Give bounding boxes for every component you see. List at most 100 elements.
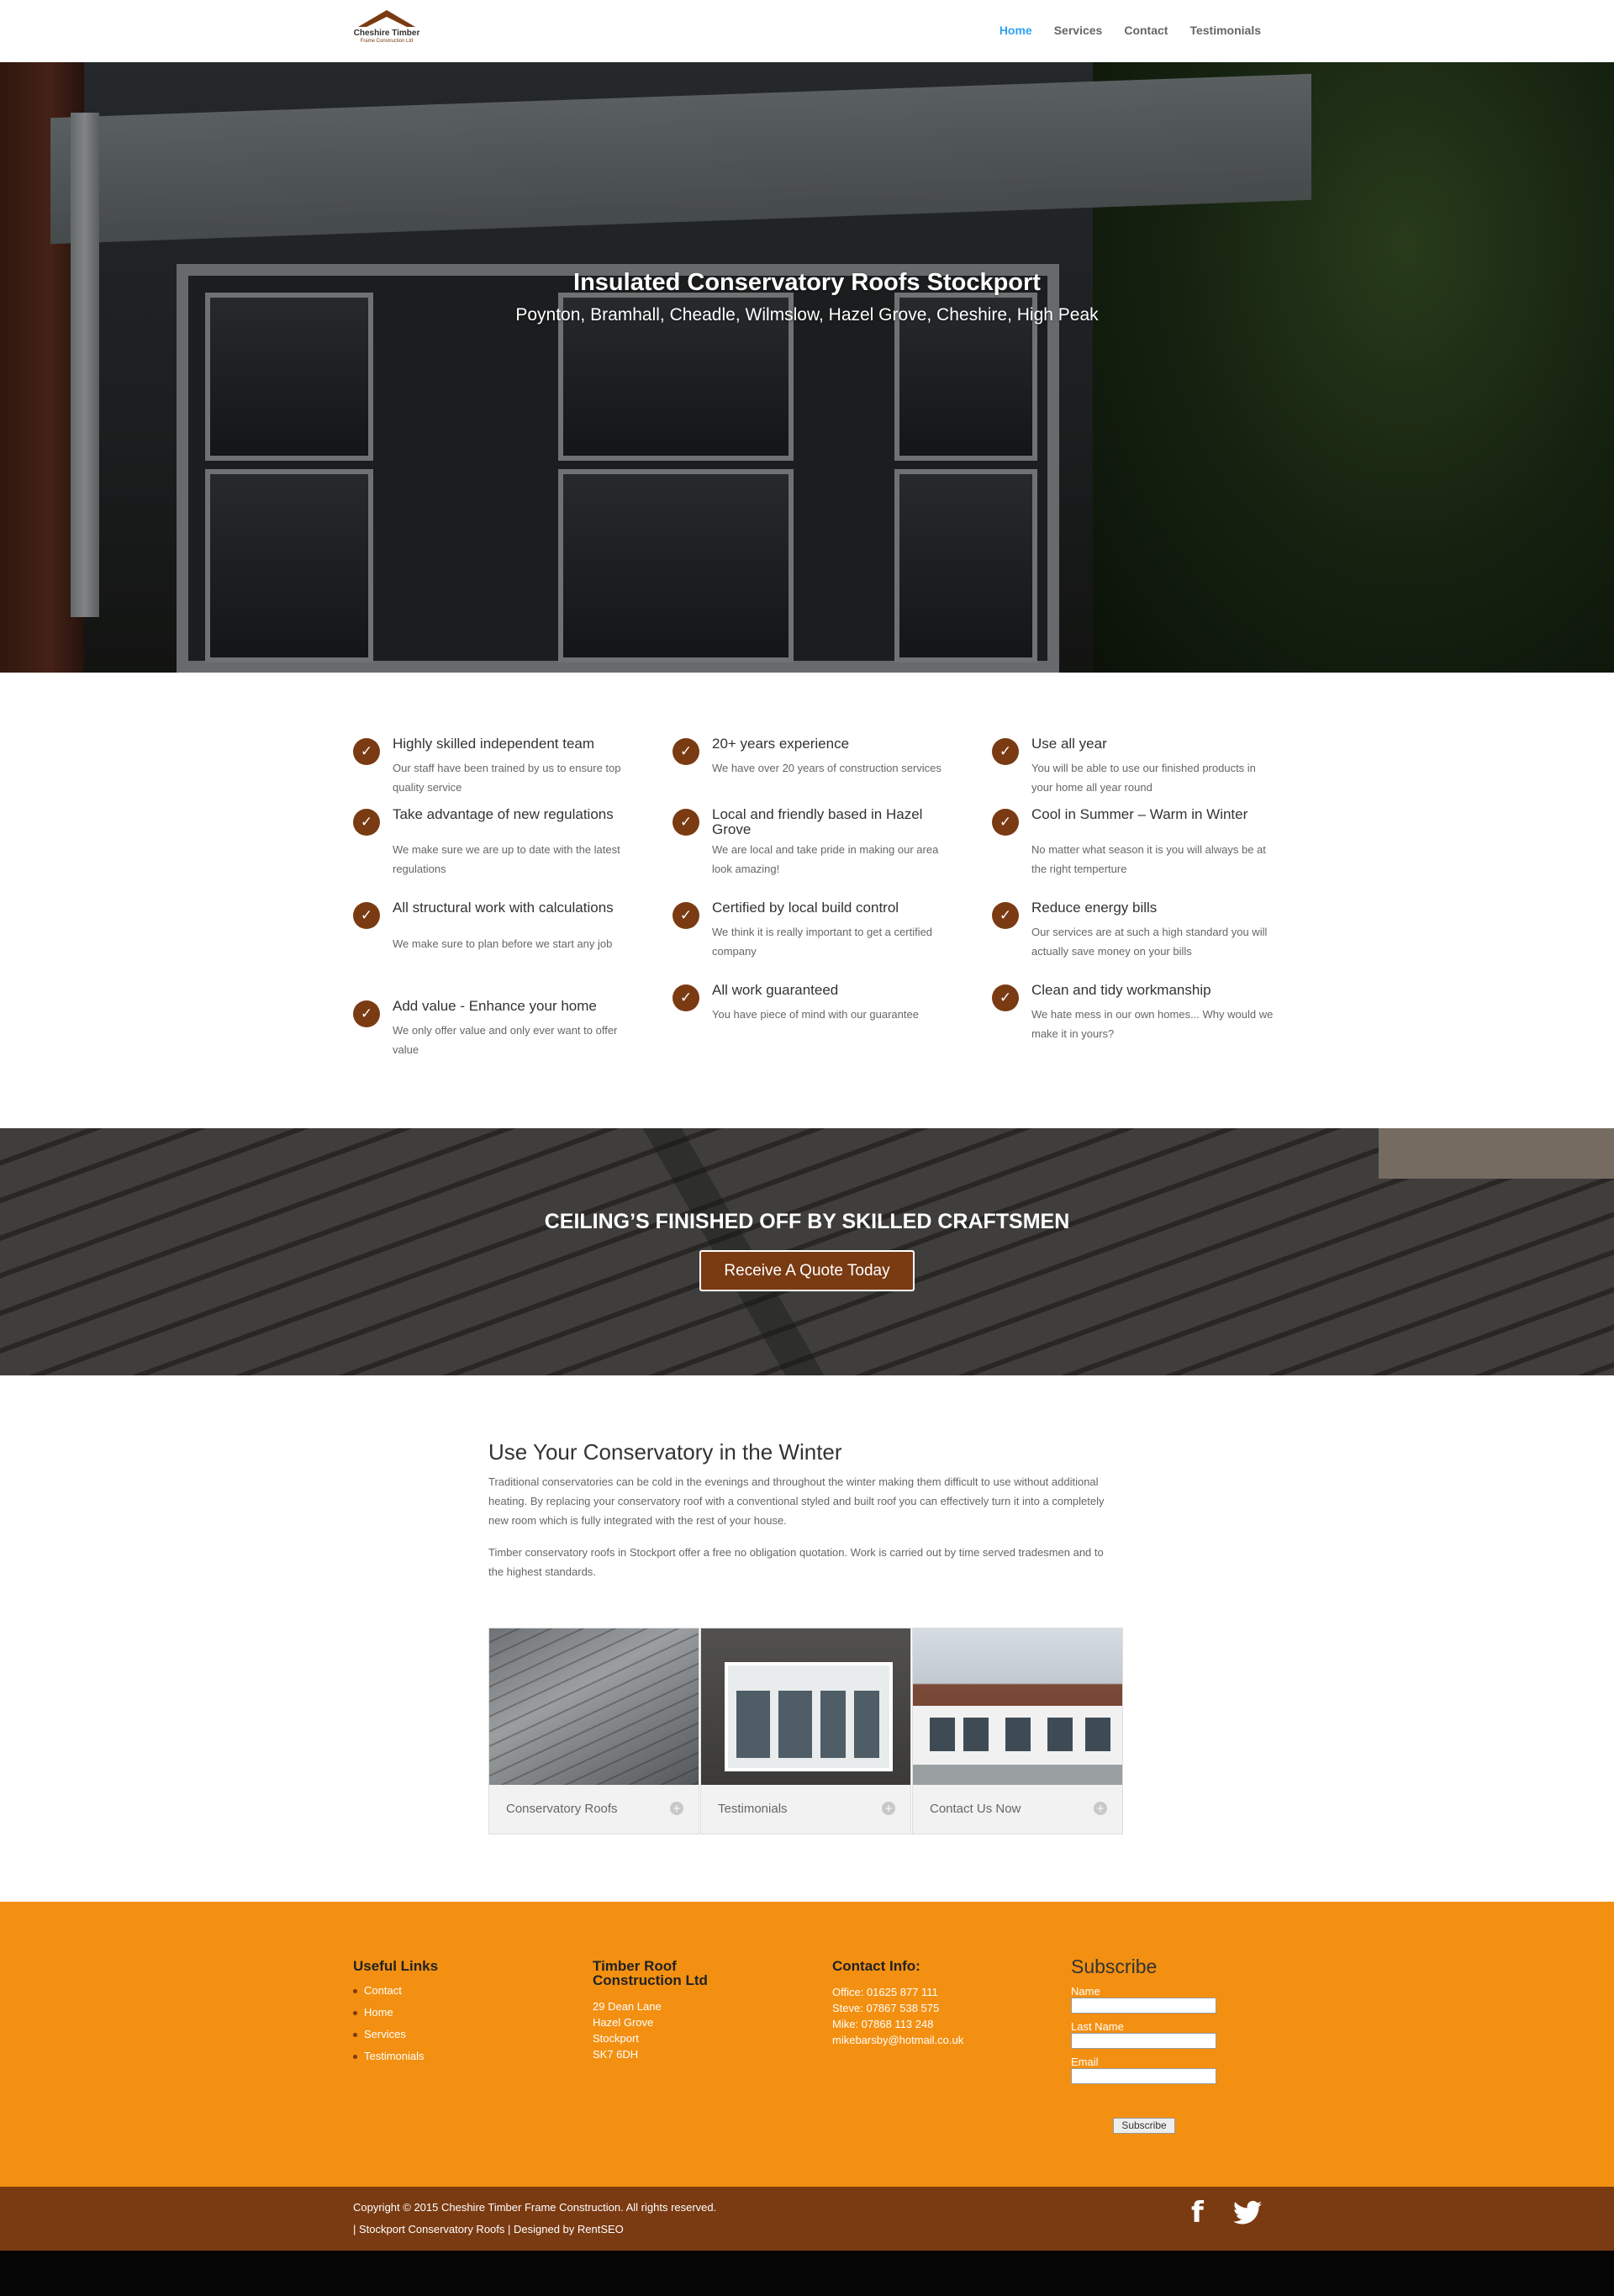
check-icon: ✓ xyxy=(672,984,699,1011)
plus-icon[interactable]: + xyxy=(1094,1802,1107,1815)
window-shape xyxy=(930,1718,955,1751)
check-icon: ✓ xyxy=(353,809,380,836)
feature-desc: We hate mess in our own homes... Why wou… xyxy=(1031,1008,1274,1040)
card-testimonials[interactable]: Testimonials + xyxy=(700,1628,911,1834)
feature-desc: We think it is really important to get a… xyxy=(712,926,933,958)
content-title: Use Your Conservatory in the Winter xyxy=(488,1439,842,1465)
check-icon: ✓ xyxy=(672,902,699,929)
hero-subtitle: Poynton, Bramhall, Cheadle, Wilmslow, Ha… xyxy=(515,305,1099,325)
card-conservatory-roofs[interactable]: Conservatory Roofs + xyxy=(488,1628,699,1834)
check-icon: ✓ xyxy=(353,1000,380,1027)
conservatory-roof-image[interactable] xyxy=(489,1628,699,1785)
last-name-label: Last Name xyxy=(1071,2020,1124,2033)
check-icon: ✓ xyxy=(992,738,1019,765)
feature-desc: No matter what season it is you will alw… xyxy=(1031,843,1266,875)
card-label[interactable]: Testimonials xyxy=(718,1802,788,1816)
feature-title: Use all year xyxy=(1031,736,1107,752)
plus-icon[interactable]: + xyxy=(670,1802,683,1815)
logo-text: Cheshire Timber xyxy=(353,29,420,38)
bottom-bar xyxy=(0,2187,1614,2251)
main-nav: Home Services Contact Testimonials xyxy=(1000,24,1261,37)
contact-office: Office: 01625 877 111 xyxy=(832,1986,938,1998)
contact-email[interactable]: mikebarsby@hotmail.co.uk xyxy=(832,2032,963,2048)
window-shape xyxy=(736,1691,770,1758)
card-label[interactable]: Conservatory Roofs xyxy=(506,1802,618,1816)
nav-home[interactable]: Home xyxy=(1000,24,1032,37)
page-bottom-strip xyxy=(0,2251,1614,2296)
nav-contact[interactable]: Contact xyxy=(1124,24,1168,37)
site-footer xyxy=(0,1902,1614,2187)
feature-desc: Our services are at such a high standard… xyxy=(1031,926,1268,958)
feature-title: Clean and tidy workmanship xyxy=(1031,982,1211,998)
feature-title: Local and friendly based in Hazel Grove xyxy=(712,806,923,837)
window-shape xyxy=(854,1691,879,1758)
email-label: Email xyxy=(1071,2056,1099,2068)
copyright-text: Copyright © 2015 Cheshire Timber Frame C… xyxy=(353,2201,717,2214)
address-line: Stockport xyxy=(593,2032,639,2045)
window-shape xyxy=(963,1718,989,1751)
nav-testimonials[interactable]: Testimonials xyxy=(1189,24,1261,37)
footer-link-services[interactable]: Services xyxy=(353,2024,438,2045)
hero-title: Insulated Conservatory Roofs Stockport xyxy=(573,269,1041,296)
logo-subtext: Frame Construction Ltd xyxy=(360,39,414,44)
feature-title: All structural work with calculations xyxy=(393,900,614,916)
hero-section xyxy=(0,62,1614,673)
footer-link-testimonials[interactable]: Testimonials xyxy=(353,2045,438,2067)
feature-desc: We make sure we are up to date with the … xyxy=(393,843,620,875)
testimonials-image[interactable] xyxy=(701,1628,910,1785)
hero-overlay xyxy=(0,62,1614,673)
check-icon: ✓ xyxy=(353,902,380,929)
receive-quote-button[interactable]: Receive A Quote Today xyxy=(699,1250,915,1291)
check-icon: ✓ xyxy=(992,902,1019,929)
footer-link-contact[interactable]: Contact xyxy=(353,1980,438,2002)
feature-desc: We make sure to plan before we start any… xyxy=(393,937,613,950)
check-icon: ✓ xyxy=(672,738,699,765)
feature-desc: You have piece of mind with our guarante… xyxy=(712,1008,919,1021)
plus-icon[interactable]: + xyxy=(882,1802,895,1815)
footer-company: Timber Roof Construction Ltd 29 Dean Lan… xyxy=(593,1959,736,2062)
subscribe-button[interactable]: Subscribe xyxy=(1113,2118,1175,2134)
footer-subscribe: Subscribe Name Last Name Email xyxy=(1071,1956,1216,2084)
footer-company-title: Timber Roof Construction Ltd xyxy=(593,1958,708,1988)
name-input[interactable] xyxy=(1071,1998,1216,2014)
window-shape xyxy=(820,1691,846,1758)
footer-contact-info: Contact Info: Office: 01625 877 111 Stev… xyxy=(832,1959,963,2048)
feature-title: Cool in Summer – Warm in Winter xyxy=(1031,806,1248,822)
site-header: Cheshire Timber Frame Construction Ltd H… xyxy=(0,0,1614,62)
last-name-input[interactable] xyxy=(1071,2033,1216,2049)
window-shape xyxy=(1005,1718,1031,1751)
site-logo[interactable]: Cheshire Timber Frame Construction Ltd xyxy=(353,8,420,47)
window-shape xyxy=(778,1691,812,1758)
address-line: Hazel Grove xyxy=(593,2016,654,2029)
card-contact-us[interactable]: Contact Us Now + xyxy=(912,1628,1123,1834)
footer-links-title: Useful Links xyxy=(353,1958,439,1974)
footer-contact-title: Contact Info: xyxy=(832,1958,920,1974)
email-input[interactable] xyxy=(1071,2068,1216,2084)
content-paragraph: Traditional conservatories can be cold i… xyxy=(488,1475,1105,1527)
feature-title: Highly skilled independent team xyxy=(393,736,595,752)
contact-image[interactable] xyxy=(913,1628,1122,1785)
window-shape xyxy=(1085,1718,1110,1751)
feature-desc: We have over 20 years of construction se… xyxy=(712,762,942,774)
footer-useful-links: Useful Links Contact Home Services Testi… xyxy=(353,1959,438,2067)
feature-title: Add value - Enhance your home xyxy=(393,998,597,1014)
twitter-icon[interactable] xyxy=(1233,2200,1262,2225)
feature-title: Take advantage of new regulations xyxy=(393,806,614,822)
address-line: SK7 6DH xyxy=(593,2048,639,2061)
feature-desc: We only offer value and only ever want t… xyxy=(393,1024,618,1056)
feature-title: All work guaranteed xyxy=(712,982,839,998)
window-shape xyxy=(1047,1718,1073,1751)
contact-steve: Steve: 07867 538 575 xyxy=(832,2002,940,2014)
logo-roof-inner xyxy=(367,17,407,27)
features-grid: ✓ Highly skilled independent team Our st… xyxy=(353,731,1273,1085)
banner-title: CEILING’S FINISHED OFF BY SKILLED CRAFTS… xyxy=(544,1210,1070,1233)
credits-text: | Stockport Conservatory Roofs | Designe… xyxy=(353,2223,624,2235)
card-label[interactable]: Contact Us Now xyxy=(930,1802,1021,1816)
feature-title: Reduce energy bills xyxy=(1031,900,1158,916)
nav-services[interactable]: Services xyxy=(1054,24,1103,37)
contact-mike: Mike: 07868 113 248 xyxy=(832,2018,934,2030)
footer-link-home[interactable]: Home xyxy=(353,2002,438,2024)
check-icon: ✓ xyxy=(992,809,1019,836)
check-icon: ✓ xyxy=(353,738,380,765)
facebook-icon[interactable]: f xyxy=(1191,2198,1210,2227)
